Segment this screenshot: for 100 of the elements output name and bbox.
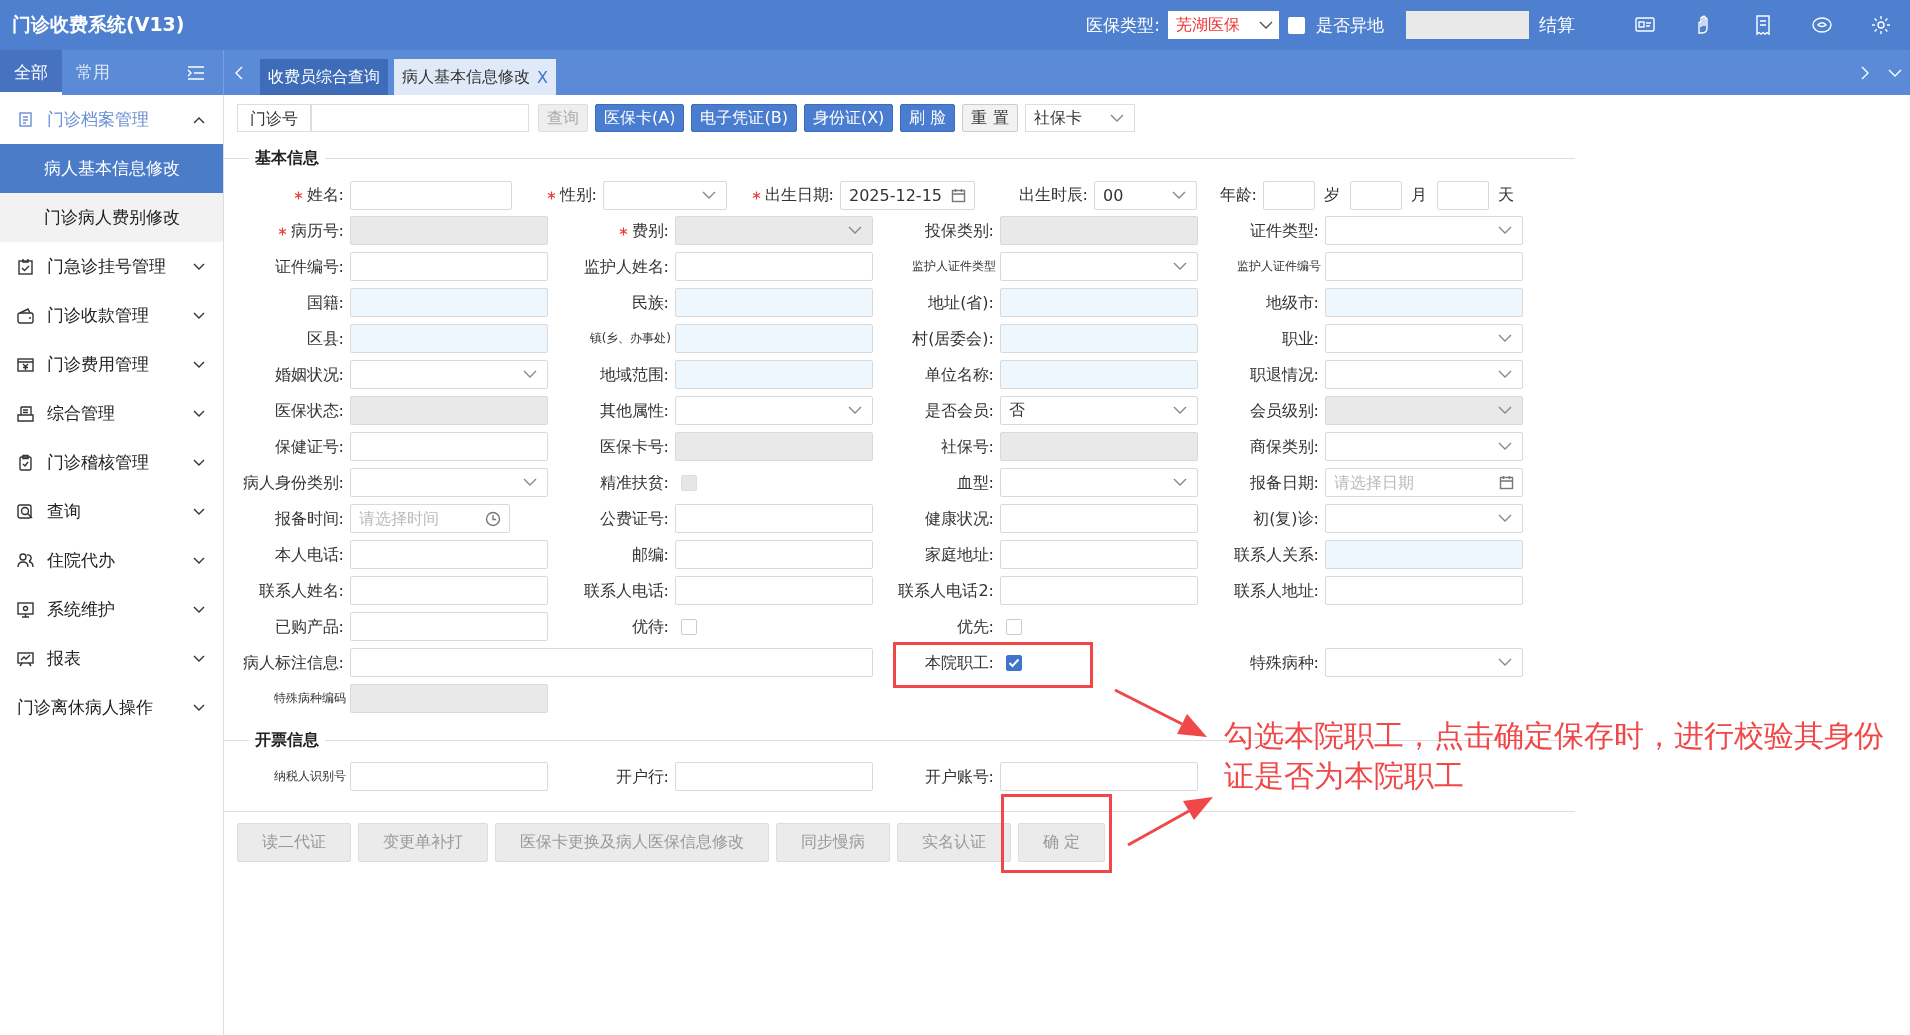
dropdown[interactable]	[1325, 648, 1523, 677]
field-label: 国籍:	[306, 292, 344, 314]
text-field[interactable]	[350, 648, 873, 677]
sidebar-submenu-item[interactable]: 门诊病人费别修改	[0, 193, 223, 242]
checkbox[interactable]	[1006, 655, 1022, 671]
text-field[interactable]	[1000, 540, 1198, 569]
section-title: 基本信息	[254, 147, 320, 169]
dropdown[interactable]	[1325, 432, 1523, 461]
caret-icon	[1498, 514, 1512, 523]
field-label: 是否会员:	[924, 400, 994, 422]
insurance-dropdown[interactable]: 芜湖医保	[1168, 11, 1279, 39]
dropdown[interactable]	[350, 360, 548, 389]
lookup-field[interactable]	[1325, 288, 1523, 317]
date-field[interactable]: 请选择日期	[1325, 468, 1523, 497]
toolbar-button[interactable]: 医保卡(A)	[595, 104, 685, 132]
lookup-field[interactable]	[1000, 324, 1198, 353]
text-field[interactable]	[350, 432, 548, 461]
text-field[interactable]	[1000, 576, 1198, 605]
toolbar-button[interactable]: 电子凭证(B)	[691, 104, 797, 132]
field-label: 开户行:	[615, 766, 669, 788]
close-tab-button[interactable]: X	[537, 67, 548, 87]
lookup-field[interactable]	[675, 324, 873, 353]
lookup-field[interactable]	[675, 360, 873, 389]
checkbox[interactable]	[1288, 16, 1305, 34]
checkbox[interactable]	[1006, 619, 1022, 635]
toolbar-button[interactable]: 重 置	[962, 104, 1018, 132]
dropdown[interactable]	[1325, 216, 1523, 245]
field-label: 血型:	[956, 472, 994, 494]
text-field[interactable]	[350, 612, 548, 641]
text-field[interactable]	[675, 252, 873, 281]
text-field[interactable]	[675, 540, 873, 569]
chevron-down-icon	[193, 507, 205, 516]
dropdown[interactable]	[603, 180, 727, 210]
field-label: 地域范围:	[599, 364, 669, 386]
dropdown[interactable]: 00	[1094, 180, 1197, 210]
time-field[interactable]: 请选择时间	[350, 504, 510, 533]
sidebar-tab[interactable]: 常用	[62, 50, 124, 95]
field-label: 公费证号:	[599, 508, 669, 530]
field-label: 本院职工:	[924, 652, 994, 674]
text-field[interactable]	[350, 180, 512, 210]
chevron-down-icon	[193, 556, 205, 565]
sidebar-menu-item[interactable]: 门诊收款管理	[0, 291, 223, 340]
text-field[interactable]	[1325, 576, 1523, 605]
dropdown[interactable]	[350, 468, 548, 497]
insurance-label: 医保类型:	[1086, 13, 1160, 37]
page-tab[interactable]: 病人基本信息修改 X	[394, 59, 556, 95]
checkbox[interactable]	[681, 619, 697, 635]
field-label: 会员级别:	[1249, 400, 1319, 422]
sidebar-submenu-item[interactable]: 病人基本信息修改	[0, 144, 223, 193]
settle-field[interactable]	[1406, 11, 1529, 39]
text-field[interactable]	[675, 762, 873, 791]
field-label: 精准扶贫:	[599, 472, 669, 494]
lookup-field[interactable]	[1000, 288, 1198, 317]
page-tab[interactable]: 收费员综合查询	[260, 59, 388, 95]
dropdown[interactable]	[1000, 468, 1198, 497]
lookup-field[interactable]	[675, 288, 873, 317]
card-type-dropdown[interactable]: 社保卡	[1024, 104, 1135, 132]
dropdown[interactable]	[1325, 324, 1523, 353]
sidebar-menu-item[interactable]: 门急诊挂号管理	[0, 242, 223, 291]
dropdown[interactable]	[1000, 252, 1198, 281]
dropdown[interactable]	[675, 396, 873, 425]
sidebar-menu-item[interactable]: 门诊档案管理	[0, 95, 223, 144]
dropdown[interactable]	[1325, 504, 1523, 533]
lookup-field[interactable]	[350, 324, 548, 353]
lookup-field[interactable]	[350, 288, 548, 317]
text-field[interactable]	[350, 762, 548, 791]
sidebar-menu-item[interactable]: 门诊离休病人操作	[0, 683, 223, 732]
sidebar-menu-item[interactable]: 报表	[0, 634, 223, 683]
text-field[interactable]	[675, 576, 873, 605]
sidebar-menu-item[interactable]: 综合管理	[0, 389, 223, 438]
field-label: 已购产品:	[274, 616, 344, 638]
text-field[interactable]	[1437, 180, 1489, 210]
sidebar-menu-item[interactable]: 住院代办	[0, 536, 223, 585]
outpatient-number-field[interactable]	[311, 104, 529, 132]
caret-icon	[848, 406, 862, 415]
text-field[interactable]	[1350, 180, 1402, 210]
chevron-down-icon	[193, 360, 205, 369]
sidebar-tab[interactable]: 全部	[0, 50, 62, 95]
lookup-field[interactable]	[1325, 540, 1523, 569]
sidebar-menu-item[interactable]: 查询	[0, 487, 223, 536]
text-field[interactable]	[350, 576, 548, 605]
text-field[interactable]	[675, 504, 873, 533]
dropdown[interactable]: 否	[1000, 396, 1198, 425]
sidebar-menu-item[interactable]: 门诊稽核管理	[0, 438, 223, 487]
lookup-field[interactable]	[1000, 360, 1198, 389]
dropdown[interactable]	[1325, 360, 1523, 389]
sidebar-menu-item[interactable]: 系统维护	[0, 585, 223, 634]
text-field[interactable]	[1000, 762, 1198, 791]
text-field[interactable]	[1000, 504, 1198, 533]
text-field[interactable]	[350, 540, 548, 569]
text-field[interactable]	[1263, 180, 1315, 210]
sidebar-menu-item[interactable]: 门诊费用管理	[0, 340, 223, 389]
toolbar-button[interactable]: 身份证(X)	[803, 104, 894, 132]
field-label: 联系人电话2:	[898, 580, 994, 602]
settle-button[interactable]: 结算	[1537, 13, 1585, 37]
text-field[interactable]	[350, 252, 548, 281]
text-field[interactable]	[1325, 252, 1523, 281]
date-field[interactable]: 2025-12-15	[840, 180, 975, 210]
toolbar-button[interactable]: 刷 脸	[900, 104, 956, 132]
field-label: 联系人电话:	[583, 580, 669, 602]
